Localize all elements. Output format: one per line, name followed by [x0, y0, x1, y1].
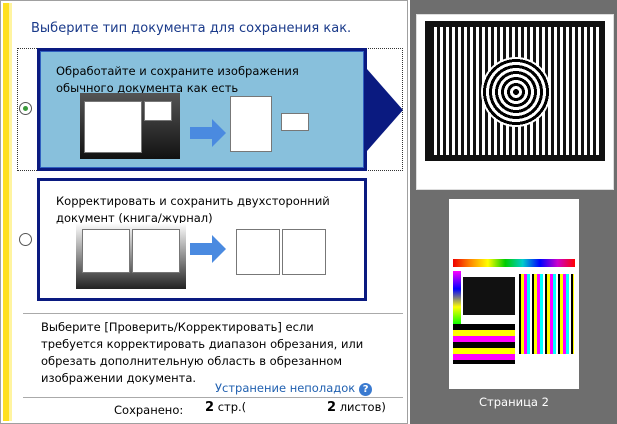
accent-stripe: [3, 3, 12, 421]
troubleshoot-link[interactable]: Устранение неполадок?: [215, 381, 373, 396]
sheets-count: 2: [327, 400, 337, 415]
arrow-icon: [212, 119, 226, 147]
page-thumbnail-1[interactable]: [416, 14, 614, 190]
saved-label: Сохранено:: [114, 403, 184, 417]
divider: [23, 313, 403, 314]
document-type-panel: Выберите тип документа для сохранения ка…: [0, 0, 408, 424]
option-label: Корректировать и сохранить двухсторонний…: [56, 194, 330, 225]
radio-option-normal[interactable]: [19, 102, 32, 115]
pages-unit: стр.(: [217, 400, 247, 414]
page-label-1: Страница 1: [480, 170, 550, 184]
option-normal-document[interactable]: Обработайте и сохраните изображения обыч…: [37, 48, 367, 171]
pages-count: 2: [205, 400, 215, 415]
document-icon: [230, 96, 272, 152]
arrow-icon: [190, 243, 212, 255]
card-icon: [281, 113, 309, 131]
sheets-unit: листов): [339, 400, 386, 414]
page-label-2: Страница 2: [479, 395, 549, 409]
option-label: Обработайте и сохраните изображения обыч…: [56, 64, 299, 95]
page-title: Выберите тип документа для сохранения ка…: [31, 21, 352, 36]
help-icon: ?: [359, 383, 373, 396]
troubleshoot-label: Устранение неполадок: [215, 381, 356, 395]
description-text: Выберите [Проверить/Корректировать] если…: [41, 320, 364, 385]
scanner-illustration: [80, 93, 180, 159]
page-thumbnail-2[interactable]: [449, 199, 579, 389]
option-book-document[interactable]: Корректировать и сохранить двухсторонний…: [37, 178, 367, 301]
book-illustration: [76, 223, 186, 289]
divider: [23, 397, 403, 398]
selection-pointer: [367, 69, 403, 151]
radio-option-book[interactable]: [19, 233, 32, 246]
test-chart-image: [425, 21, 605, 161]
